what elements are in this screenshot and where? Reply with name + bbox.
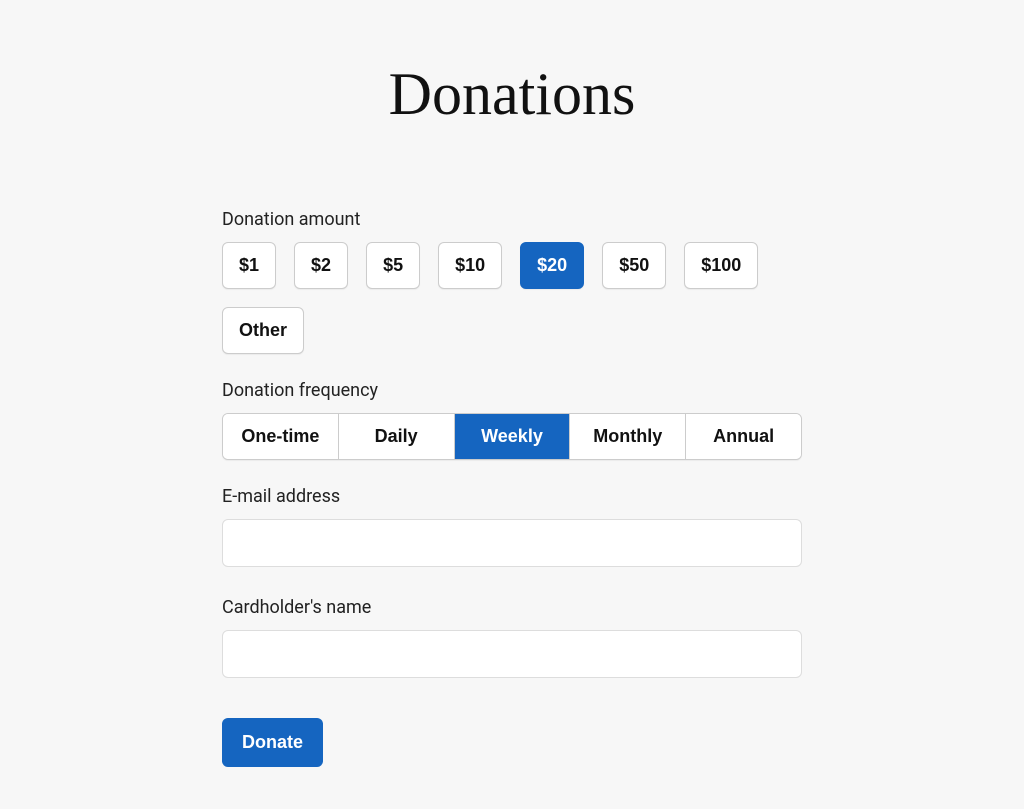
page-title: Donations [222,60,802,129]
email-label: E-mail address [222,486,802,507]
email-field[interactable] [222,519,802,567]
frequency-option-monthly[interactable]: Monthly [570,414,686,459]
donation-amount-label: Donation amount [222,209,802,230]
donation-amount-group: $1 $2 $5 $10 $20 $50 $100 Other [222,242,802,354]
frequency-option-daily[interactable]: Daily [339,414,455,459]
frequency-option-weekly[interactable]: Weekly [455,414,571,459]
donation-frequency-group: One-timeDailyWeeklyMonthlyAnnual [222,413,802,460]
amount-option-10[interactable]: $10 [438,242,502,289]
frequency-option-annual[interactable]: Annual [686,414,801,459]
amount-option-1[interactable]: $1 [222,242,276,289]
frequency-option-one-time[interactable]: One-time [223,414,339,459]
cardholder-label: Cardholder's name [222,597,802,618]
cardholder-field[interactable] [222,630,802,678]
amount-option-5[interactable]: $5 [366,242,420,289]
amount-option-2[interactable]: $2 [294,242,348,289]
amount-option-50[interactable]: $50 [602,242,666,289]
donation-frequency-label: Donation frequency [222,380,802,401]
amount-option-100[interactable]: $100 [684,242,758,289]
amount-option-other[interactable]: Other [222,307,304,354]
amount-option-20[interactable]: $20 [520,242,584,289]
donate-button[interactable]: Donate [222,718,323,767]
